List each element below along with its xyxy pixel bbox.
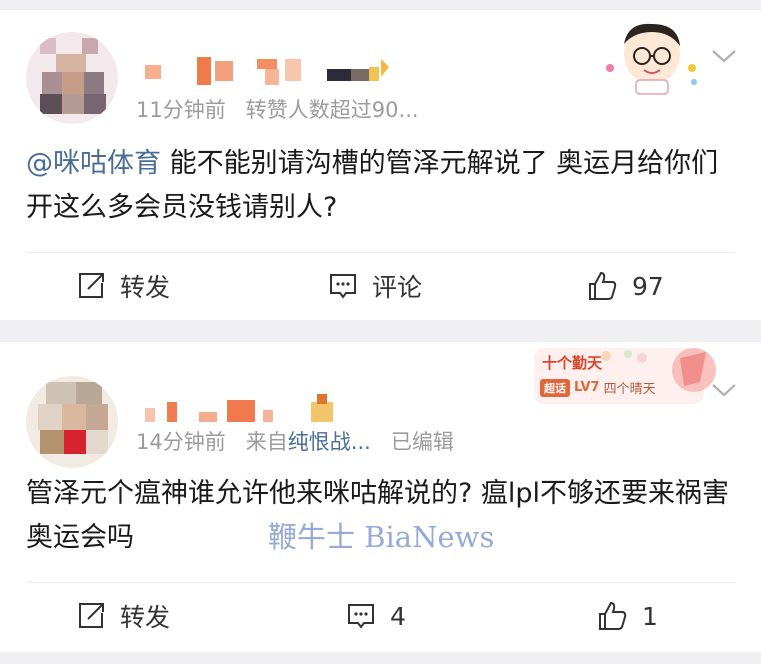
comment-card-2: 14分钟前 来自纯恨战... 已编辑 十个勤天 超话 LV7 四个晴天 管泽元个…: [0, 342, 761, 652]
like-button[interactable]: 97: [586, 254, 664, 318]
supertopic-badge[interactable]: 十个勤天 超话 LV7 四个晴天: [534, 342, 716, 408]
repost-button[interactable]: 转发: [76, 254, 170, 318]
comment-icon: [330, 274, 356, 299]
repost-label: 转发: [120, 273, 171, 302]
source-link[interactable]: 纯恨战...: [288, 430, 371, 454]
like-icon: [589, 271, 617, 300]
like-count: 97: [632, 271, 664, 301]
watermark: 鞭牛士 BiaNews: [268, 520, 495, 554]
timestamp: 11分钟前: [136, 98, 226, 122]
action-bar: 转发 4 1: [0, 584, 761, 648]
comment-card-1: 11分钟前 转赞人数超过90... @咪咕体育 能不能别请沟槽的管泽元解说了 奥…: [0, 10, 761, 320]
like-button[interactable]: 1: [596, 584, 658, 648]
avatar[interactable]: [26, 32, 118, 124]
like-icon: [599, 601, 627, 630]
comment-count: 4: [390, 601, 406, 631]
comment-meta: 11分钟前 转赞人数超过90...: [136, 94, 419, 124]
source-prefix: 来自: [245, 430, 288, 454]
repost-icon: [79, 273, 104, 298]
action-bar: 转发 评论 97: [0, 254, 761, 318]
mention-link[interactable]: @咪咕体育: [26, 148, 161, 179]
badge-title: 十个勤天: [542, 354, 603, 372]
comment-button[interactable]: 评论: [328, 254, 422, 318]
cartoon-pendant-icon: [604, 18, 700, 96]
divider: [26, 252, 735, 253]
badge-tag: 超话: [540, 378, 570, 397]
repost-button[interactable]: 转发: [76, 584, 170, 648]
repost-label: 转发: [120, 603, 171, 632]
badge-level: LV7: [574, 380, 600, 395]
top-gap: [0, 0, 761, 10]
comment-meta: 14分钟前 来自纯恨战... 已编辑: [136, 426, 454, 456]
comment-text: @咪咕体育 能不能别请沟槽的管泽元解说了 奥运月给你们开这么多会员没钱请别人?: [26, 142, 735, 230]
badge-sub: 四个晴天: [603, 382, 656, 397]
edited-label: 已编辑: [390, 430, 454, 454]
divider: [26, 582, 735, 583]
comment-button[interactable]: 4: [346, 584, 406, 648]
repost-icon: [79, 603, 104, 628]
chevron-down-icon[interactable]: [711, 48, 737, 68]
username-blurred[interactable]: [145, 55, 395, 89]
timestamp: 14分钟前: [136, 430, 226, 454]
repost-note: 转赞人数超过90...: [245, 98, 419, 122]
comment-icon: [348, 604, 374, 629]
avatar[interactable]: [26, 376, 118, 468]
comment-label: 评论: [372, 273, 423, 302]
username-blurred[interactable]: [145, 392, 345, 426]
chevron-down-icon[interactable]: [711, 382, 737, 402]
like-count: 1: [642, 601, 658, 631]
